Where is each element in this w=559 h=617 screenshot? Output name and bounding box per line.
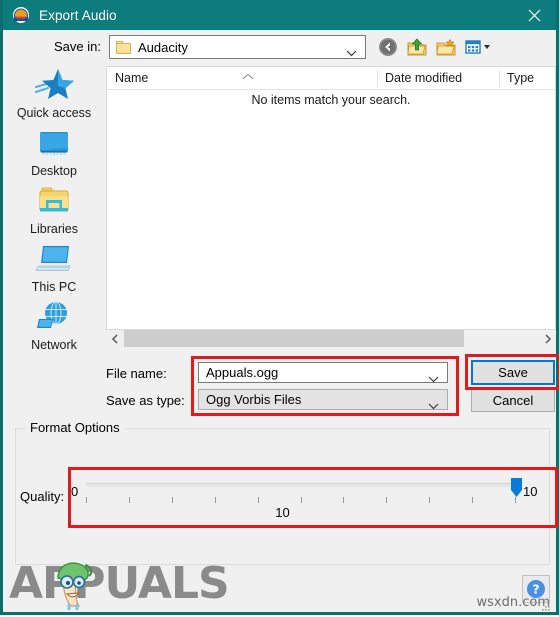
- export-audio-dialog: Export Audio Save in: Audacity Quick acc…: [0, 0, 559, 615]
- chevron-down-icon[interactable]: [428, 397, 439, 415]
- save-as-type-value: Ogg Vorbis Files: [206, 392, 302, 407]
- sidebar-label: This PC: [31, 280, 77, 294]
- places-bar: Quick access Desktop Libraries This PC N…: [6, 66, 102, 356]
- slider-min-label: 0: [71, 484, 79, 499]
- quality-label: Quality:: [20, 489, 65, 504]
- slider-tick: [343, 497, 344, 503]
- title-bar: Export Audio: [3, 0, 556, 30]
- window-title: Export Audio: [39, 7, 117, 23]
- save-as-type-dropdown[interactable]: Ogg Vorbis Files: [198, 389, 448, 410]
- chevron-down-icon: [346, 44, 357, 62]
- file-list-header: Name Date modified Type: [107, 67, 555, 90]
- column-header-date-modified[interactable]: Date modified: [385, 67, 462, 89]
- file-name-label: File name:: [106, 366, 167, 381]
- sidebar-item-desktop[interactable]: Desktop: [6, 124, 102, 178]
- audacity-headphones-icon: [12, 6, 30, 24]
- slider-tick: [86, 497, 87, 503]
- star-icon: [6, 66, 102, 104]
- scrollbar-thumb[interactable]: [124, 330, 464, 347]
- save-button[interactable]: Save: [471, 360, 555, 385]
- slider-tick: [258, 497, 259, 503]
- slider-tick: [215, 497, 216, 503]
- save-in-value: Audacity: [138, 39, 188, 55]
- column-header-type[interactable]: Type: [507, 67, 534, 89]
- appuals-logo: APPUALS: [9, 556, 230, 612]
- sidebar-item-network[interactable]: Network: [6, 298, 102, 352]
- save-in-dropdown[interactable]: Audacity: [109, 35, 366, 59]
- globe-network-icon: [6, 298, 102, 336]
- sidebar-label: Network: [31, 338, 77, 352]
- appuals-mascot-icon: [45, 556, 101, 612]
- computer-icon: [6, 240, 102, 278]
- cancel-button[interactable]: Cancel: [471, 388, 555, 412]
- slider-tick: [472, 497, 473, 503]
- horizontal-scrollbar[interactable]: [106, 330, 556, 347]
- file-list-view[interactable]: Name Date modified Type No items match y…: [106, 66, 556, 330]
- file-name-value: Appuals.ogg: [206, 365, 279, 380]
- save-as-type-label: Save as type:: [106, 393, 185, 408]
- file-name-input[interactable]: Appuals.ogg: [198, 362, 448, 383]
- scroll-left-icon[interactable]: [106, 330, 123, 347]
- column-header-name[interactable]: Name: [115, 67, 148, 89]
- back-icon[interactable]: [377, 36, 399, 58]
- logo-text: APPUALS: [9, 558, 230, 609]
- empty-list-message: No items match your search.: [251, 93, 411, 107]
- sidebar-item-quick-access[interactable]: Quick access: [6, 66, 102, 120]
- slider-tick: [129, 497, 130, 503]
- views-icon[interactable]: [464, 36, 494, 58]
- format-options-legend: Format Options: [25, 420, 125, 435]
- save-in-label: Save in:: [54, 39, 101, 54]
- slider-tick: [386, 497, 387, 503]
- watermark-text: wsxdn.com: [476, 595, 551, 610]
- slider-max-label: 10: [523, 484, 538, 499]
- up-folder-icon[interactable]: [406, 36, 428, 58]
- scrollbar-track[interactable]: [123, 330, 539, 347]
- ascending-caret-icon: [241, 67, 255, 85]
- folder-icon: [116, 40, 131, 54]
- libraries-folder-icon: [6, 182, 102, 220]
- slider-tick: [301, 497, 302, 503]
- slider-tick: [172, 497, 173, 503]
- slider-thumb[interactable]: [510, 477, 523, 499]
- slider-track[interactable]: [86, 483, 516, 487]
- resize-grip[interactable]: [541, 599, 551, 611]
- sidebar-item-libraries[interactable]: Libraries: [6, 182, 102, 236]
- slider-tick: [429, 497, 430, 503]
- chevron-down-icon[interactable]: [428, 370, 439, 388]
- navigation-toolbar: [377, 35, 494, 59]
- save-in-row: Save in: Audacity: [3, 30, 556, 66]
- quality-value: 10: [275, 505, 290, 520]
- sidebar-item-this-pc[interactable]: This PC: [6, 240, 102, 294]
- scroll-right-icon[interactable]: [539, 330, 556, 347]
- sidebar-label: Libraries: [30, 222, 78, 236]
- sidebar-label: Desktop: [31, 164, 77, 178]
- new-folder-icon[interactable]: [435, 36, 457, 58]
- sidebar-label: Quick access: [16, 106, 92, 120]
- close-button[interactable]: [512, 0, 556, 30]
- monitor-icon: [6, 124, 102, 162]
